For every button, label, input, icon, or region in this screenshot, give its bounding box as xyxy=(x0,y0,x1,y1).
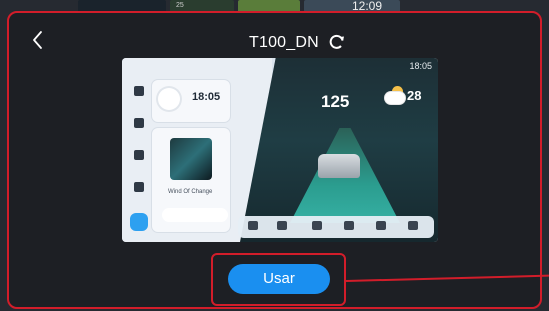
preview-nav-icon xyxy=(134,86,144,96)
preview-playback-controls xyxy=(162,208,228,222)
preview-status-time: 18:05 xyxy=(409,61,432,71)
cloud-icon xyxy=(385,92,405,104)
dialog-title: T100_DN xyxy=(249,34,319,51)
preview-song-title: Wind Of Change xyxy=(168,189,213,195)
background-number: 25 xyxy=(176,2,184,9)
preview-album-art xyxy=(170,138,212,180)
refresh-icon xyxy=(329,34,344,49)
preview-app-grid-icon xyxy=(130,213,148,231)
back-button[interactable] xyxy=(27,27,49,53)
annotation-highlight-box xyxy=(211,253,346,306)
preview-clock-icon xyxy=(156,86,182,112)
refresh-button[interactable] xyxy=(327,32,347,52)
preview-dock-icon xyxy=(344,221,354,230)
preview-bluetooth-icon xyxy=(134,150,144,160)
chevron-left-icon xyxy=(33,31,42,49)
preview-settings-icon xyxy=(134,182,144,192)
theme-preview-image: 18:05 Wind Of Change 18:05 125 28 xyxy=(122,58,438,242)
preview-music-icon xyxy=(134,118,144,128)
preview-sidebar xyxy=(126,80,148,210)
preview-dock-icon xyxy=(312,221,322,230)
preview-dock-icon xyxy=(408,221,418,230)
preview-dock-icon xyxy=(277,221,287,230)
preview-speed: 125 xyxy=(321,92,350,111)
preview-car-graphic xyxy=(318,154,360,178)
preview-temperature: 28 xyxy=(407,88,422,103)
preview-dock-icon xyxy=(376,221,386,230)
preview-dock-icon xyxy=(248,221,258,230)
preview-clock-time: 18:05 xyxy=(192,91,221,103)
preview-dock xyxy=(238,216,434,238)
